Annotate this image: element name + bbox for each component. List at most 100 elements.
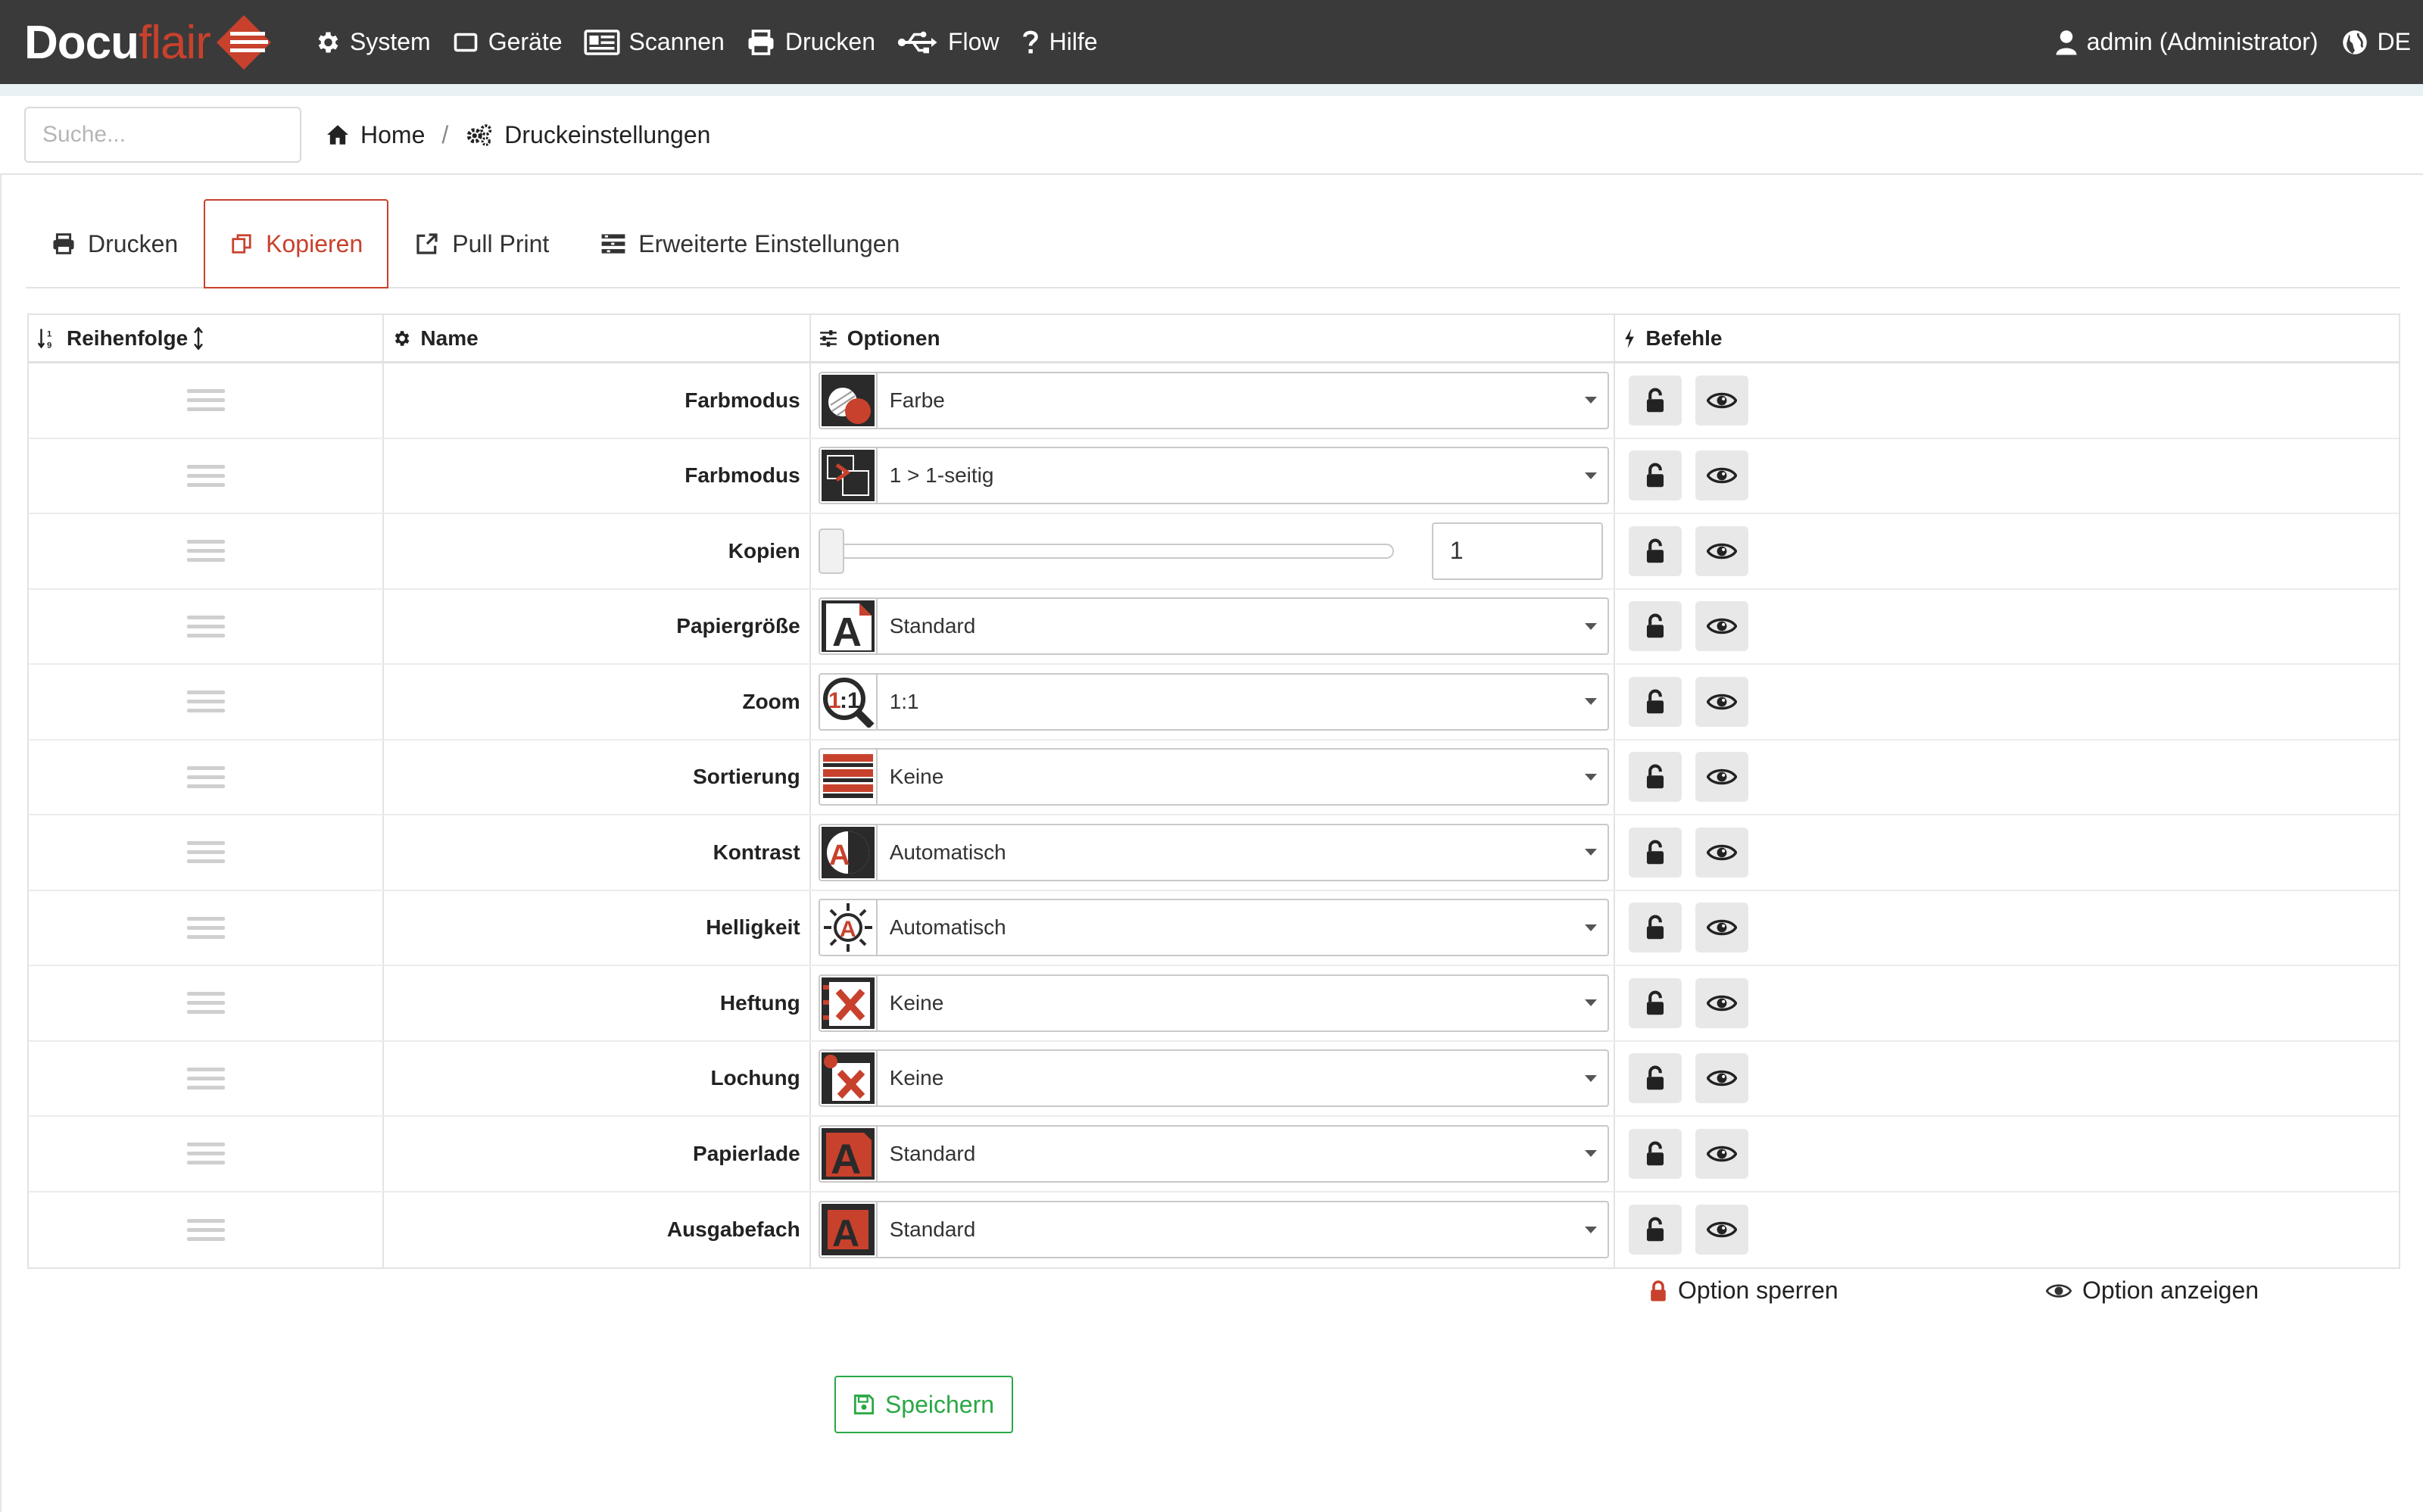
color-mode-icon: [820, 373, 878, 428]
user-name: admin (Administrator): [2086, 28, 2319, 55]
lock-option-button[interactable]: [1629, 601, 1682, 652]
show-option-button[interactable]: [1695, 903, 1749, 953]
eye-icon: [1707, 1146, 1738, 1162]
option-select[interactable]: A Automatisch: [818, 899, 1609, 957]
copies-slider[interactable]: [818, 528, 1394, 574]
tab-advanced-settings[interactable]: Erweiterte Einstellungen: [575, 199, 925, 287]
option-select[interactable]: Keine: [818, 748, 1609, 806]
tab-print[interactable]: Drucken: [26, 199, 204, 287]
breadcrumb-home[interactable]: Home: [326, 121, 425, 149]
brand-logo[interactable]: Docu flair: [24, 11, 274, 74]
option-select[interactable]: 1 > 1-seitig: [818, 447, 1609, 505]
svg-text:A: A: [832, 1212, 859, 1255]
drag-handle-icon[interactable]: [186, 535, 225, 567]
search-input[interactable]: [24, 107, 301, 163]
show-option-button[interactable]: [1695, 375, 1749, 426]
option-select[interactable]: A Automatisch: [818, 823, 1609, 881]
lock-option-button[interactable]: [1629, 1205, 1682, 1255]
sort-numeric-icon: 19: [37, 329, 51, 350]
option-cell: A Automatisch: [811, 890, 1616, 965]
drag-handle-icon[interactable]: [186, 384, 225, 416]
nav-flow[interactable]: Flow: [897, 28, 999, 56]
lock-option-button[interactable]: [1629, 752, 1682, 803]
caret-down-icon: [1584, 1074, 1597, 1082]
drag-handle-icon[interactable]: [186, 460, 225, 492]
lock-option-button[interactable]: [1629, 827, 1682, 878]
option-select[interactable]: A Standard: [818, 597, 1609, 656]
caret-down-icon: [1584, 397, 1597, 404]
lock-option-button[interactable]: [1629, 676, 1682, 727]
commands-cell: [1615, 514, 2399, 588]
table-row: Papiergröße A Standard: [29, 589, 2399, 665]
drag-handle-icon[interactable]: [186, 987, 225, 1019]
option-cell: A Standard: [811, 1117, 1616, 1191]
order-cell: [29, 1117, 385, 1191]
nav-help-label: Hilfe: [1049, 28, 1098, 55]
home-icon: [327, 125, 348, 145]
drag-handle-icon[interactable]: [186, 761, 225, 793]
show-option-button[interactable]: [1695, 827, 1749, 878]
nav-devices-label: Geräte: [488, 28, 563, 55]
lock-option-button[interactable]: [1629, 977, 1682, 1028]
show-option-button[interactable]: [1695, 752, 1749, 803]
nav-system[interactable]: System: [313, 28, 431, 56]
lock-option-button[interactable]: [1629, 1128, 1682, 1179]
show-option-button[interactable]: [1695, 601, 1749, 652]
drag-handle-icon[interactable]: [186, 610, 225, 643]
show-option-button[interactable]: [1695, 977, 1749, 1028]
show-option-button[interactable]: [1695, 450, 1749, 501]
slider-handle[interactable]: [818, 528, 844, 574]
commands-cell: [1615, 590, 2399, 664]
show-option-button[interactable]: [1695, 1053, 1749, 1104]
table-row: Farbmodus 1 > 1-seitig: [29, 438, 2399, 514]
header-order[interactable]: 19 Reihenfolge: [29, 315, 385, 361]
show-option-button[interactable]: [1695, 1205, 1749, 1255]
tab-pull-print[interactable]: Pull Print: [388, 199, 575, 287]
caret-down-icon: [1584, 924, 1597, 931]
user-menu[interactable]: admin (Administrator): [2055, 28, 2319, 56]
drag-handle-icon[interactable]: [186, 836, 225, 868]
option-select[interactable]: A Standard: [818, 1201, 1609, 1259]
nav-devices[interactable]: Geräte: [452, 28, 563, 56]
user-icon: [2056, 30, 2077, 55]
lock-option-button[interactable]: [1629, 525, 1682, 576]
copies-input[interactable]: 1: [1431, 522, 1603, 580]
option-select[interactable]: Farbe: [818, 371, 1609, 429]
bolt-icon: [1625, 328, 1635, 348]
eye-icon: [1707, 467, 1738, 484]
sliders-icon: [819, 329, 837, 347]
eye-icon: [1707, 919, 1738, 936]
unlock-icon: [1647, 1141, 1664, 1166]
lock-option-button[interactable]: [1629, 375, 1682, 426]
drag-handle-icon[interactable]: [186, 1137, 225, 1170]
option-select[interactable]: Keine: [818, 974, 1609, 1032]
save-button-label: Speichern: [884, 1390, 995, 1418]
lock-option-button[interactable]: [1629, 903, 1682, 953]
header-options-label: Optionen: [847, 326, 940, 350]
lock-option-button[interactable]: [1629, 1053, 1682, 1104]
lock-option-button[interactable]: [1629, 450, 1682, 501]
show-option-button[interactable]: [1695, 525, 1749, 576]
show-option-button[interactable]: [1695, 1128, 1749, 1179]
eye-icon: [2046, 1283, 2072, 1298]
order-cell: [29, 740, 385, 814]
drag-handle-icon[interactable]: [186, 912, 225, 944]
language-selector[interactable]: DE: [2341, 28, 2411, 56]
drag-handle-icon[interactable]: [186, 1062, 225, 1095]
tab-copy[interactable]: Kopieren: [204, 199, 389, 288]
option-select[interactable]: 1:1 1:1: [818, 672, 1609, 731]
show-option-button[interactable]: [1695, 676, 1749, 727]
nav-help[interactable]: Hilfe: [1021, 28, 1098, 56]
drag-handle-icon[interactable]: [186, 685, 225, 718]
save-button[interactable]: Speichern: [834, 1376, 1013, 1433]
nav-scan[interactable]: Scannen: [583, 28, 725, 56]
option-select[interactable]: A Standard: [818, 1124, 1609, 1183]
table-row: Heftung Keine: [29, 966, 2399, 1042]
svg-text:A: A: [831, 1135, 861, 1180]
drag-handle-icon[interactable]: [186, 1214, 225, 1246]
option-select[interactable]: Keine: [818, 1049, 1609, 1108]
nav-print[interactable]: Drucken: [746, 28, 875, 56]
option-cell: 1: [811, 514, 1616, 588]
scanner-icon: [583, 29, 620, 55]
paper-tray-icon: A: [820, 1126, 878, 1181]
